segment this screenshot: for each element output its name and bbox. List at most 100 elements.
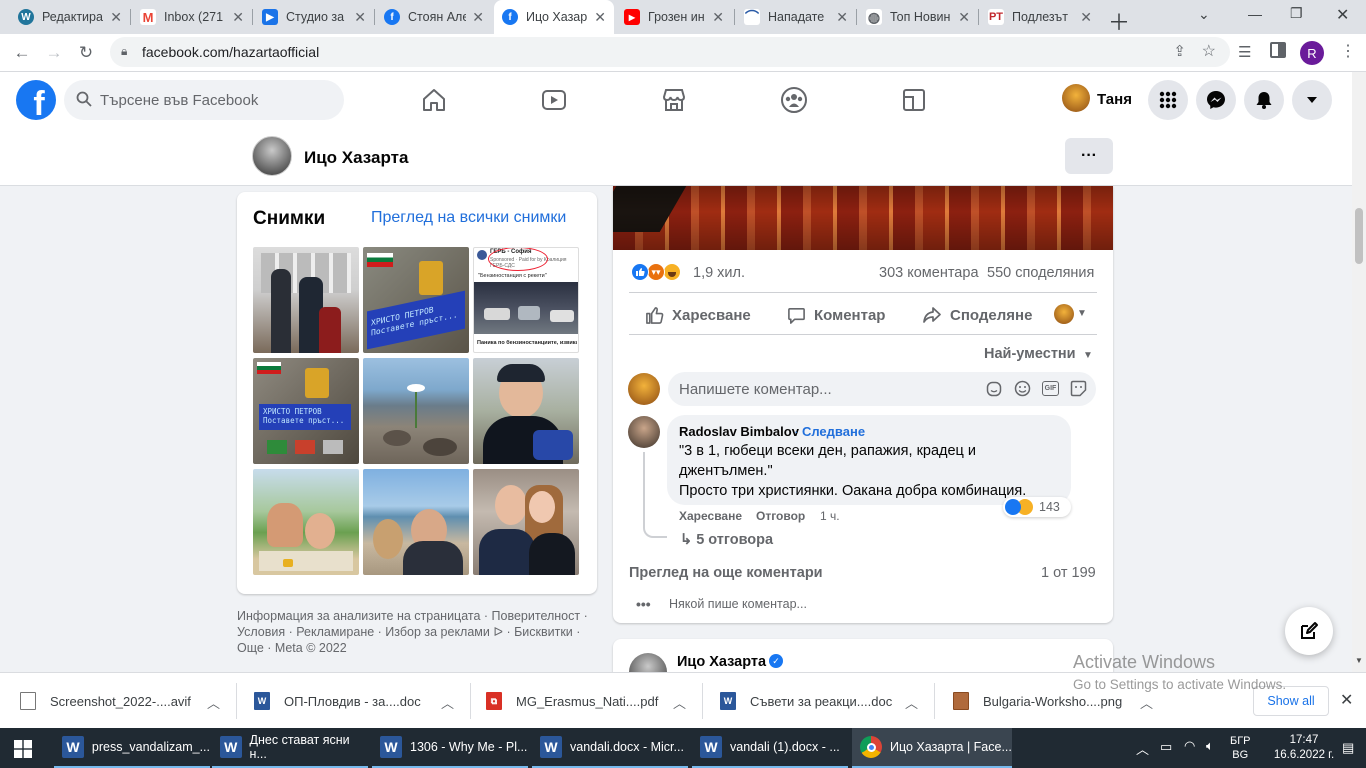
- watch-icon[interactable]: [534, 82, 574, 118]
- comment-reply-link[interactable]: Отговор: [756, 509, 805, 523]
- shares-count[interactable]: 550 споделяния: [987, 265, 1094, 281]
- comment-reactions-badge[interactable]: 143: [1003, 497, 1071, 517]
- share-icon[interactable]: ⇪: [1173, 42, 1186, 60]
- chevron-down-icon[interactable]: ▼: [1077, 308, 1087, 319]
- emoji-icon[interactable]: [1014, 380, 1031, 401]
- windows-start-icon[interactable]: [14, 740, 32, 761]
- chevron-up-icon[interactable]: ︿: [207, 693, 220, 712]
- chevron-up-icon[interactable]: ︿: [441, 693, 454, 712]
- address-bar[interactable]: 🔒︎ facebook.com/hazartaofficial ⇪ ☆: [110, 37, 1230, 67]
- account-caret-icon[interactable]: [1292, 80, 1332, 120]
- gaming-icon[interactable]: [894, 82, 934, 118]
- language-indicator[interactable]: БГР BG: [1230, 734, 1251, 762]
- reaction-identity-avatar[interactable]: [1054, 304, 1074, 324]
- like-button[interactable]: Харесване: [645, 304, 751, 326]
- restore-icon[interactable]: ❐: [1290, 5, 1303, 22]
- home-icon[interactable]: [414, 82, 454, 118]
- browser-tab[interactable]: ▶ Студио за ✕: [254, 0, 374, 34]
- download-item[interactable]: W Съвети за реакци....doc ︿: [720, 673, 918, 729]
- side-panel-icon[interactable]: [1270, 42, 1286, 58]
- share-button[interactable]: Споделяне: [922, 304, 1032, 326]
- new-message-button[interactable]: [1285, 607, 1333, 655]
- close-icon[interactable]: ✕: [958, 9, 970, 26]
- photo-thumbnail[interactable]: [473, 358, 579, 464]
- network-icon[interactable]: ▭: [1160, 739, 1172, 755]
- system-clock[interactable]: 17:47 16.6.2022 г.: [1268, 733, 1340, 763]
- browser-tab[interactable]: ▶ Грозен ин ✕: [616, 0, 732, 34]
- new-tab-icon[interactable]: ＋: [1108, 5, 1130, 37]
- groups-icon[interactable]: [774, 82, 814, 118]
- download-item[interactable]: W ОП-Пловдив - за....doc ︿: [254, 673, 454, 729]
- close-icon[interactable]: ✕: [354, 9, 366, 26]
- next-post-author[interactable]: Ицо Хазарта: [677, 654, 766, 670]
- reactions-count[interactable]: 1,9 хил.: [693, 265, 745, 281]
- view-more-comments-link[interactable]: Преглед на още коментари: [629, 565, 823, 581]
- chevron-up-icon[interactable]: ︿: [905, 693, 918, 712]
- tray-expand-icon[interactable]: ︿: [1136, 739, 1149, 758]
- comment-author-avatar[interactable]: [628, 416, 660, 448]
- photo-thumbnail[interactable]: ГЕРБ - София Sponsored · Paid for by Коа…: [473, 247, 579, 353]
- close-icon[interactable]: ✕: [1080, 9, 1092, 26]
- bookmark-star-icon[interactable]: ☆: [1202, 41, 1216, 61]
- tab-search-icon[interactable]: ⌄: [1198, 6, 1210, 23]
- avatar-sticker-icon[interactable]: [986, 381, 1002, 401]
- photo-thumbnail[interactable]: ХРИСТО ПЕТРОВ Поставете пръст...: [363, 247, 469, 353]
- comment-author-name[interactable]: Radoslav Bimbalov: [679, 424, 799, 439]
- close-icon[interactable]: ✕: [594, 9, 606, 26]
- sticker-icon[interactable]: [1070, 380, 1087, 401]
- user-name[interactable]: Таня: [1097, 91, 1132, 108]
- browser-tab[interactable]: M Inbox (271 ✕: [132, 0, 252, 34]
- forward-icon[interactable]: →: [40, 39, 68, 67]
- notifications-bell-icon[interactable]: [1244, 80, 1284, 120]
- download-item[interactable]: ⧉ MG_Erasmus_Nati....pdf ︿: [486, 673, 686, 729]
- taskbar-word-item[interactable]: Wvandali.docx - Micr...: [532, 728, 688, 768]
- view-replies-link[interactable]: ↳ 5 отговора: [680, 532, 773, 548]
- marketplace-icon[interactable]: [654, 82, 694, 118]
- menu-kebab-icon[interactable]: ⋮: [1340, 41, 1356, 61]
- taskbar-word-item[interactable]: Wvandali (1).docx - ...: [692, 728, 848, 768]
- comment-input[interactable]: Напишете коментар... GIF: [668, 372, 1096, 406]
- scroll-down-arrow-icon[interactable]: ▼: [1355, 656, 1363, 665]
- browser-tab[interactable]: ⌒ Нападате ✕: [736, 0, 856, 34]
- notifications-center-icon[interactable]: ▤: [1342, 740, 1354, 756]
- minimize-icon[interactable]: —: [1248, 6, 1262, 22]
- search-input[interactable]: Търсене във Facebook: [64, 80, 344, 120]
- comment-time[interactable]: 1 ч.: [820, 509, 840, 523]
- photo-thumbnail[interactable]: [473, 469, 579, 575]
- follow-link[interactable]: · Следване: [794, 424, 865, 439]
- close-icon[interactable]: ✕: [836, 9, 848, 26]
- gif-icon[interactable]: GIF: [1042, 381, 1059, 396]
- post-video[interactable]: [613, 186, 1113, 250]
- page-avatar[interactable]: [252, 136, 292, 176]
- messenger-icon[interactable]: [1196, 80, 1236, 120]
- user-avatar[interactable]: [1062, 84, 1090, 112]
- back-icon[interactable]: ←: [8, 39, 36, 67]
- browser-tab[interactable]: f Стоян Але ✕: [376, 0, 492, 34]
- taskbar-word-item[interactable]: W Днес стават ясни н...: [212, 728, 368, 768]
- see-all-photos-link[interactable]: Преглед на всички снимки: [371, 209, 566, 227]
- profile-avatar[interactable]: R: [1300, 41, 1324, 65]
- window-close-icon[interactable]: ✕: [1336, 5, 1349, 25]
- footer-links[interactable]: Информация за анализите на страницата · …: [237, 608, 597, 656]
- page-more-button[interactable]: ···: [1065, 138, 1113, 174]
- browser-tab[interactable]: W Редактира ✕: [10, 0, 130, 34]
- photo-thumbnail[interactable]: [253, 469, 359, 575]
- chevron-up-icon[interactable]: ︿: [673, 693, 686, 712]
- page-scrollbar[interactable]: ▼: [1352, 72, 1366, 672]
- comments-count[interactable]: 303 коментара: [879, 265, 979, 281]
- reload-icon[interactable]: ↻: [72, 39, 100, 67]
- chevron-up-icon[interactable]: ︿: [1140, 693, 1153, 712]
- download-item[interactable]: Screenshot_2022-....avif ︿: [20, 673, 220, 729]
- reading-list-icon[interactable]: ☰: [1238, 43, 1251, 61]
- photo-thumbnail[interactable]: [253, 247, 359, 353]
- comment-button[interactable]: Коментар: [787, 304, 885, 326]
- browser-tab[interactable]: ◍ Топ Новин ✕: [858, 0, 978, 34]
- chevron-down-icon[interactable]: ▼: [1083, 350, 1093, 361]
- close-icon[interactable]: ✕: [232, 9, 244, 26]
- volume-icon[interactable]: 🔈︎: [1206, 738, 1214, 754]
- photo-thumbnail[interactable]: [363, 358, 469, 464]
- wifi-icon[interactable]: ◠: [1184, 738, 1195, 754]
- photo-thumbnail[interactable]: [363, 469, 469, 575]
- comment-sort-dropdown[interactable]: Най-уместни: [984, 346, 1076, 362]
- facebook-logo[interactable]: f: [16, 80, 56, 120]
